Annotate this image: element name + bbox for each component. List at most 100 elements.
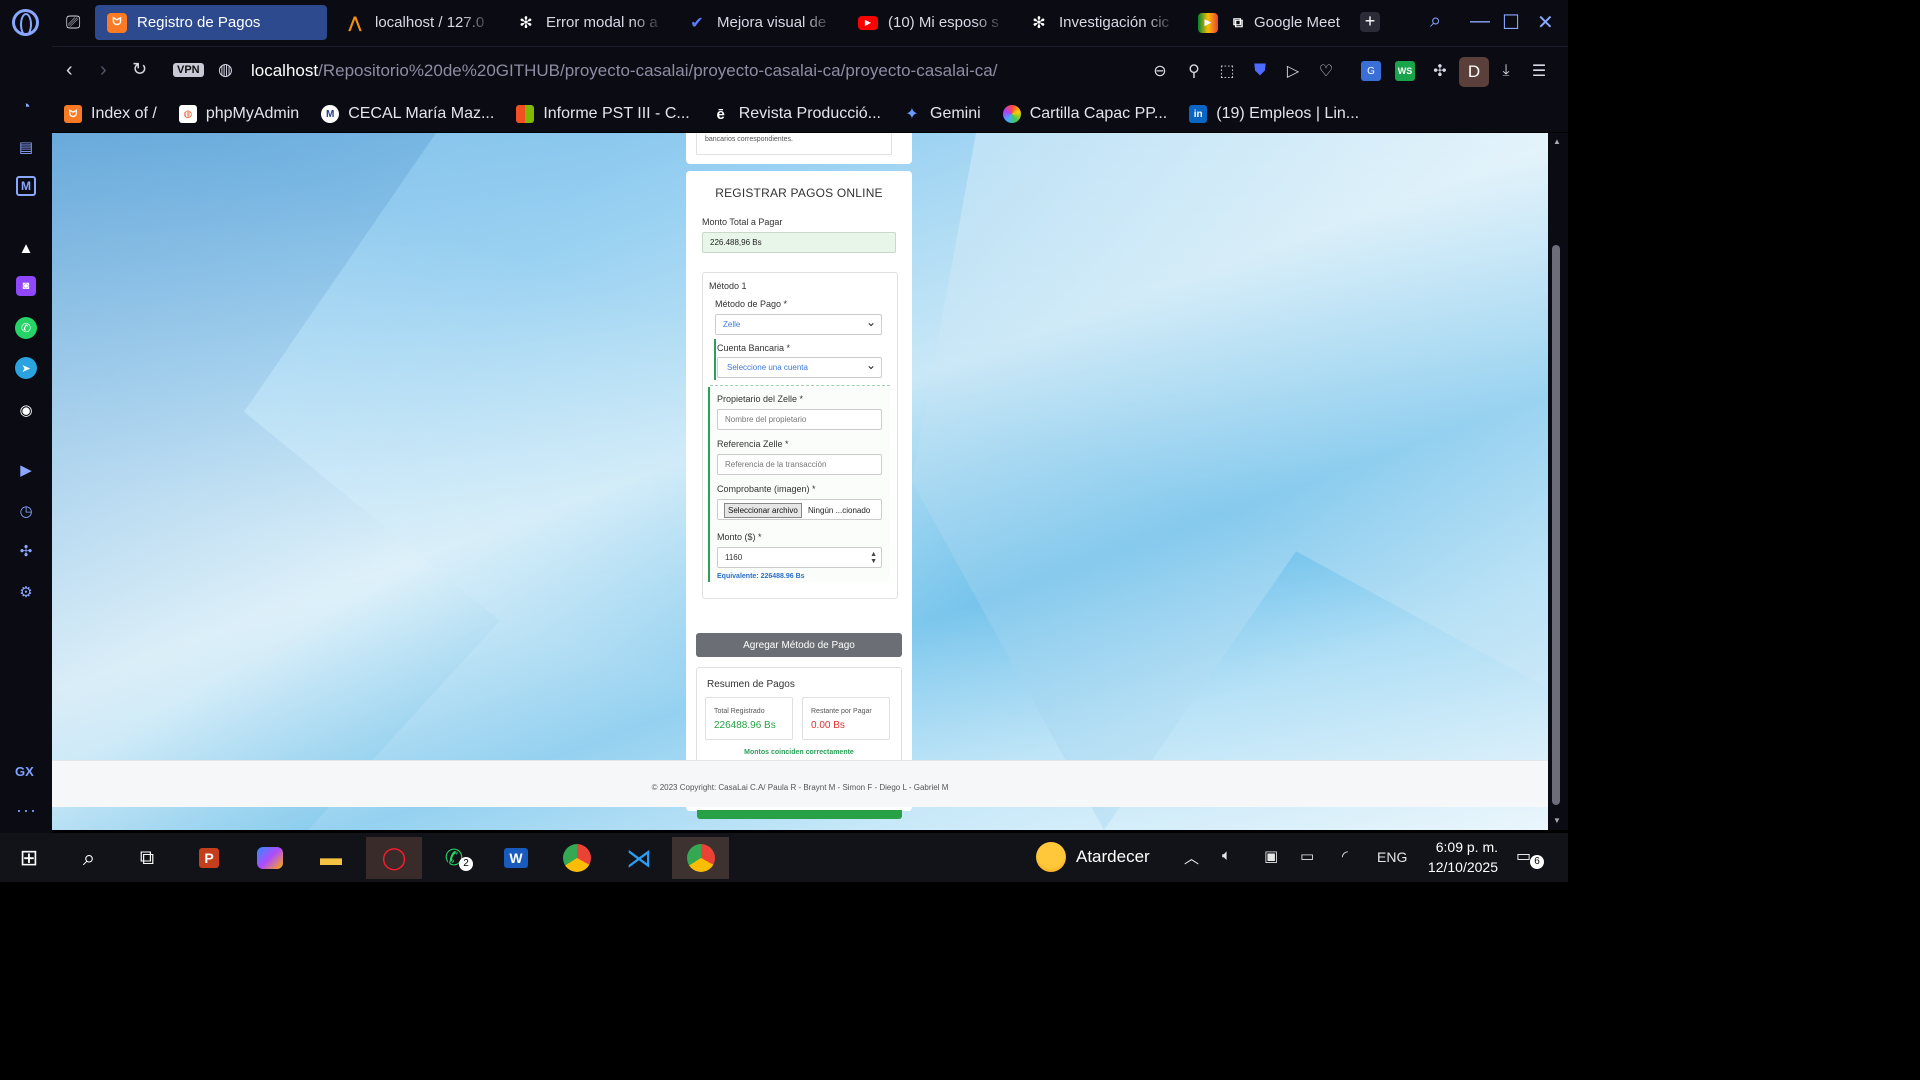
- tab-localhost[interactable]: ⋀ localhost / 127.0: [333, 5, 493, 40]
- bookmark-revista[interactable]: ē Revista Producció...: [712, 105, 881, 123]
- url-path: /Repositorio%20de%20GITHUB/proyecto-casa…: [318, 61, 998, 80]
- gx-icon[interactable]: GX: [15, 764, 34, 779]
- vpn-badge[interactable]: VPN: [173, 63, 204, 77]
- extensions-icon[interactable]: ✣: [1428, 59, 1452, 83]
- bookmark-gemini[interactable]: ✦ Gemini: [903, 105, 980, 123]
- snapshot-icon[interactable]: ⬚: [1215, 59, 1239, 83]
- clock[interactable]: 6:09 p. m. 12/10/2025: [1418, 837, 1498, 877]
- meet-now-icon[interactable]: ▣: [1264, 847, 1278, 865]
- page-scrollbar[interactable]: ▲ ▼: [1548, 133, 1568, 830]
- player-icon[interactable]: ▶: [14, 458, 38, 482]
- url-field[interactable]: localhost/Repositorio%20de%20GITHUB/proy…: [251, 61, 997, 81]
- zoom-out-icon[interactable]: ⊖: [1148, 59, 1172, 83]
- aria-icon[interactable]: ▲: [14, 236, 38, 260]
- tab-google-meet[interactable]: ▶ ⧉ Google Meet: [1186, 5, 1356, 40]
- tab-investigacion[interactable]: ✻ Investigación cic: [1017, 5, 1177, 40]
- opera-logo-icon[interactable]: [12, 9, 39, 36]
- language-indicator[interactable]: ENG: [1377, 849, 1407, 865]
- zelle-owner-input[interactable]: Nombre del propietario: [717, 409, 882, 430]
- bitwarden-icon[interactable]: ⛊: [1248, 59, 1272, 83]
- more-icon[interactable]: ···: [16, 800, 37, 821]
- whatsapp-icon[interactable]: ✆ 2: [429, 837, 479, 879]
- translate-icon[interactable]: G: [1361, 61, 1381, 81]
- search-icon[interactable]: ⌕: [64, 837, 114, 879]
- opera-gx-icon[interactable]: ◯: [366, 837, 422, 879]
- task-view-icon[interactable]: ⧉: [122, 837, 172, 879]
- bookmark-index[interactable]: ᗢ Index of /: [64, 105, 157, 123]
- tab-registro-de-pagos[interactable]: ᗢ Registro de Pagos: [95, 5, 327, 40]
- notifications-icon[interactable]: ▭ 6: [1516, 846, 1544, 869]
- mail-icon[interactable]: M: [16, 176, 36, 196]
- settings-icon[interactable]: ⚙: [14, 580, 38, 604]
- xampp-icon: ᗢ: [64, 105, 82, 123]
- scroll-down-icon[interactable]: ▼: [1553, 816, 1561, 825]
- reload-icon[interactable]: ↻: [132, 59, 147, 80]
- avatar[interactable]: D: [1459, 57, 1489, 87]
- close-icon[interactable]: ✕: [1537, 10, 1554, 35]
- twitch-icon[interactable]: ◙: [16, 276, 36, 296]
- bookmark-cecal[interactable]: M CECAL María Maz...: [321, 105, 494, 123]
- menu-icon[interactable]: ☰: [1527, 59, 1551, 83]
- powerpoint-icon[interactable]: P: [184, 837, 234, 879]
- receipt-file-input[interactable]: Seleccionar archivo Ningún ...cionado: [717, 499, 882, 520]
- scrollbar-thumb[interactable]: [1552, 245, 1560, 805]
- discord-icon[interactable]: ◉: [14, 398, 38, 422]
- tab-mejora-visual[interactable]: ✔ Mejora visual de: [675, 5, 835, 40]
- bookmark-phpmyadmin[interactable]: ◍ phpMyAdmin: [178, 105, 299, 123]
- payment-method-select[interactable]: Zelle: [715, 314, 882, 335]
- bank-account-select[interactable]: Seleccione una cuenta: [717, 357, 882, 378]
- share-icon: ⧉: [1233, 14, 1243, 30]
- select-file-button[interactable]: Seleccionar archivo: [724, 503, 802, 518]
- amount-input[interactable]: 1160 ▲ ▼: [717, 547, 882, 568]
- tab-error-modal[interactable]: ✻ Error modal no a: [504, 5, 664, 40]
- maximize-icon[interactable]: ☐: [1502, 10, 1520, 35]
- telegram-icon[interactable]: ➤: [15, 357, 37, 379]
- vscode-icon[interactable]: ⋊: [614, 837, 664, 879]
- submit-button[interactable]: [697, 810, 902, 819]
- download-icon[interactable]: ⤓: [1494, 59, 1518, 83]
- wifi-icon[interactable]: ◜: [1342, 847, 1348, 865]
- search-tabs-icon[interactable]: ⌕: [1430, 10, 1441, 33]
- total-registered-box: Total Registrado 226488.96 Bs: [705, 697, 793, 740]
- history-icon[interactable]: ◷: [14, 499, 38, 523]
- bird-icon: ✔: [690, 14, 704, 32]
- weather-text: Atardecer: [1076, 847, 1150, 866]
- site-info-icon[interactable]: ◍: [218, 60, 233, 80]
- bookmark-cartilla[interactable]: Cartilla Capac PP...: [1002, 105, 1167, 123]
- bookmark-informe[interactable]: Informe PST III - C...: [516, 105, 690, 123]
- tab-manager-icon[interactable]: ⎚: [66, 12, 80, 33]
- copilot-icon[interactable]: [245, 837, 295, 879]
- battery-icon[interactable]: ▭: [1300, 847, 1314, 865]
- chrome-icon[interactable]: [672, 837, 729, 879]
- file-explorer-icon[interactable]: ▬: [306, 837, 356, 879]
- volume-icon[interactable]: 🔈︎: [1222, 847, 1231, 864]
- zelle-ref-input[interactable]: Referencia de la transacción: [717, 454, 882, 475]
- page-title: REGISTRAR PAGOS ONLINE: [715, 186, 883, 200]
- phpmyadmin-icon: ⋀: [348, 14, 362, 32]
- chevron-up-icon[interactable]: ︿: [1184, 847, 1199, 868]
- whatsapp-icon[interactable]: ✆: [15, 317, 37, 339]
- color-wheel-icon: [1002, 105, 1021, 123]
- stepper-icon[interactable]: ▲ ▼: [870, 551, 877, 565]
- chrome-icon[interactable]: [552, 837, 602, 879]
- tab-youtube[interactable]: ▶ (10) Mi esposo s: [846, 5, 1006, 40]
- forward-icon[interactable]: ›: [100, 59, 107, 82]
- windows-start-icon[interactable]: ⊞: [4, 837, 54, 879]
- send-icon[interactable]: ▷: [1281, 59, 1305, 83]
- add-payment-method-button[interactable]: Agregar Método de Pago: [696, 633, 902, 657]
- ws-extension-icon[interactable]: WS: [1395, 61, 1415, 81]
- word-icon[interactable]: W: [491, 837, 541, 879]
- bookmark-linkedin[interactable]: in (19) Empleos | Lin...: [1189, 105, 1359, 123]
- minimize-icon[interactable]: —: [1470, 10, 1490, 33]
- speed-dial-icon[interactable]: ◔: [14, 94, 38, 118]
- back-icon[interactable]: ‹: [66, 59, 73, 82]
- file-status: Ningún ...cionado: [808, 506, 871, 515]
- news-icon[interactable]: ▤: [14, 135, 38, 159]
- pin-icon[interactable]: ⚲: [1182, 59, 1206, 83]
- extensions-sidebar-icon[interactable]: ✣: [14, 539, 38, 563]
- address-bar: ‹ › ↻ VPN ◍ localhost/Repositorio%20de%2…: [52, 46, 1568, 96]
- scroll-up-icon[interactable]: ▲: [1553, 137, 1561, 146]
- weather-widget[interactable]: Atardecer: [1036, 842, 1150, 872]
- new-tab-button[interactable]: +: [1360, 12, 1380, 32]
- favorite-icon[interactable]: ♡: [1314, 59, 1338, 83]
